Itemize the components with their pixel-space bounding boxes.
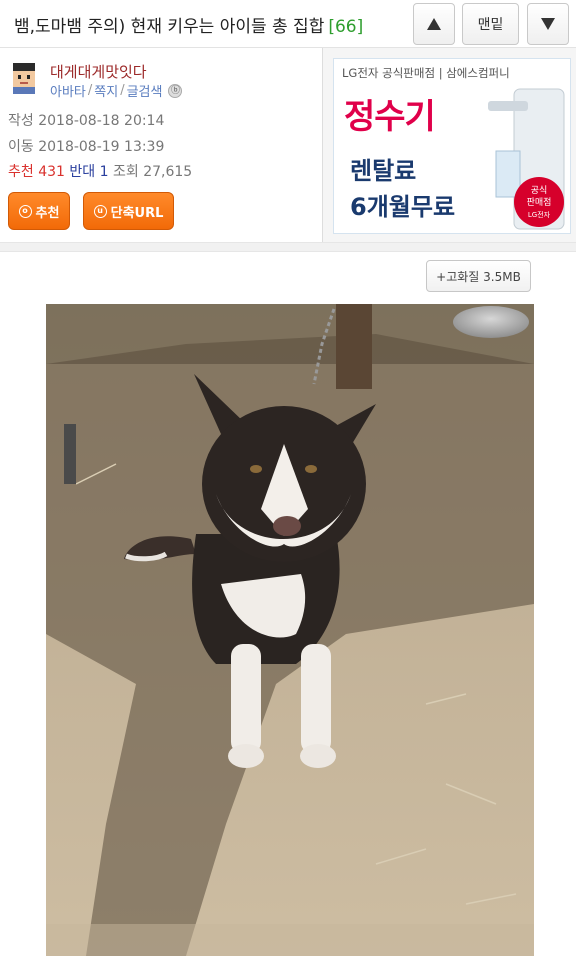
created-label: 작성 [8, 113, 34, 129]
badge-line1: 공식 [530, 186, 548, 196]
level-icon: ⓑ [168, 83, 183, 98]
triangle-down-icon [541, 18, 555, 30]
url-icon: u [93, 204, 107, 218]
ad-brand: LG전자 공식판매점 | 삼에스컴퍼니 [342, 66, 510, 80]
views-count: 27,615 [143, 164, 193, 180]
author-panel: 대게대게맛잇다 아바타 / 쪽지 / 글검색 ⓑ 작성 2018-08-18 20:… [0, 48, 322, 242]
author-links: 아바타 / 쪽지 / 글검색 ⓑ [50, 81, 183, 100]
avatar[interactable] [7, 60, 41, 94]
recommend-count: 431 [38, 164, 65, 180]
recommend-label: 추천 [8, 164, 34, 180]
recommend-button[interactable]: o 추천 [8, 192, 70, 230]
scroll-down-button[interactable] [527, 3, 569, 45]
post-search-link[interactable]: 글검색 [127, 81, 163, 100]
created-date: 2018-08-18 20:14 [38, 113, 165, 129]
post-title: 뱀,도마뱀 주의) 현재 키우는 아이들 총 집합 [66] [14, 12, 363, 37]
ad-banner[interactable]: LG전자 공식판매점 | 삼에스컴퍼니 정수기 렌탈료 6개월무료 공식 판매점… [333, 58, 571, 234]
moved-date: 2018-08-19 13:39 [38, 139, 165, 155]
go-bottom-button[interactable]: 맨밑 [462, 3, 519, 45]
stats-line: 추천 431 반대 1 조회 27,615 [8, 161, 192, 181]
recommend-icon: o [18, 204, 32, 218]
views-label: 조회 [113, 164, 139, 180]
recommend-button-label: 추천 [35, 205, 60, 221]
scroll-up-button[interactable] [413, 3, 455, 45]
post-photo-dog[interactable] [46, 304, 534, 956]
avatar-link[interactable]: 아바타 [50, 81, 86, 100]
moved-line: 이동 2018-08-19 13:39 [8, 136, 164, 156]
ad-banner-panel: LG전자 공식판매점 | 삼에스컴퍼니 정수기 렌탈료 6개월무료 공식 판매점… [322, 48, 576, 242]
ad-headline: 정수기 [344, 97, 436, 137]
short-url-button-label: 단축URL [110, 205, 164, 221]
badge-line2: 판매점 [526, 198, 552, 208]
title-bar: 뱀,도마뱀 주의) 현재 키우는 아이들 총 집합 [66] 맨밑 [0, 0, 576, 48]
ad-line2: 6개월무료 [350, 193, 456, 221]
created-line: 작성 2018-08-18 20:14 [8, 110, 164, 130]
short-url-button[interactable]: u 단축URL [83, 192, 174, 230]
post-title-text: 뱀,도마뱀 주의) 현재 키우는 아이들 총 집합 [14, 17, 325, 37]
author-nickname[interactable]: 대게대게맛잇다 [50, 61, 147, 82]
ad-line1: 렌탈료 [350, 157, 417, 185]
message-link[interactable]: 쪽지 [94, 81, 118, 100]
high-quality-button[interactable]: +고화질 3.5MB [426, 260, 531, 292]
official-store-badge: 공식 판매점 LG전자 [514, 177, 564, 227]
badge-line3: LG전자 [527, 211, 551, 219]
oppose-label: 반대 [69, 164, 96, 180]
comment-count[interactable]: [66] [328, 17, 363, 37]
triangle-up-icon [427, 18, 441, 30]
oppose-count: 1 [99, 164, 109, 180]
section-divider [0, 242, 576, 252]
moved-label: 이동 [8, 139, 34, 155]
